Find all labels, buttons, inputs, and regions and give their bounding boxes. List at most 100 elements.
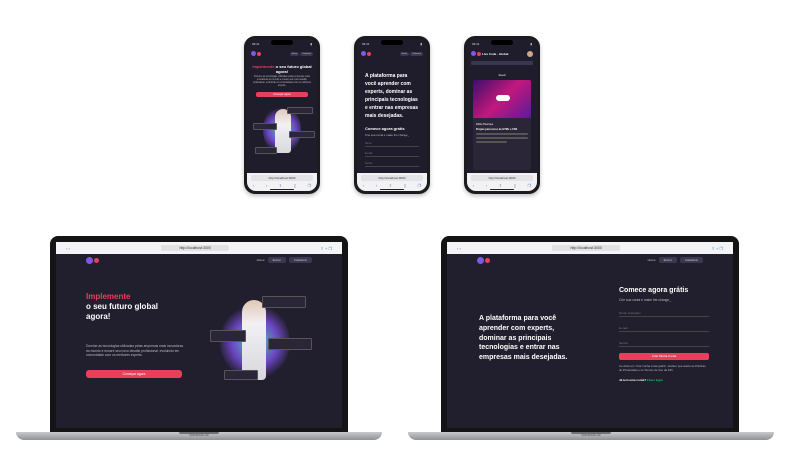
forward-icon[interactable]: › [376, 183, 377, 188]
hero-description: Domine as tecnologias utilizadas pelas e… [86, 344, 184, 358]
terms-text: Ao clicar em "criar minha conta grátis",… [619, 364, 706, 372]
laptop-lid: ‹ › http://localhost:3000 ⇪ + ❐ Home Ent… [441, 236, 739, 432]
search-input[interactable] [471, 61, 533, 65]
share-icon[interactable]: ⇪ [499, 183, 502, 188]
feed-label: Feed [498, 73, 506, 77]
app-nav: Home Entrar Cadastrar [56, 254, 342, 266]
nav-home[interactable]: Home [648, 258, 656, 262]
post-title: Projeto para curso de HTML e CSS [476, 128, 518, 131]
hero-title-rest: o seu futuro global agora! [86, 302, 158, 321]
home-indicator [270, 189, 294, 190]
dio-logo [361, 51, 371, 56]
home-indicator [490, 189, 514, 190]
hero-title: Implemente o seu futuro global agora! [247, 64, 317, 74]
signup-button[interactable]: Cadastrar [288, 257, 312, 263]
app-nav: Entrar Cadastrar [357, 49, 427, 58]
email-field[interactable]: E-mail [619, 323, 709, 333]
name-field[interactable]: Nome Completo [619, 308, 709, 318]
create-account-button[interactable]: Criar Minha Conta [619, 353, 709, 361]
tabs-icon[interactable]: ❐ [308, 183, 312, 188]
hero-description: Domine as tecnologias utilizadas pelas e… [253, 76, 311, 87]
back-icon[interactable]: ‹ [473, 183, 474, 188]
post-image [473, 80, 531, 118]
signup-title: Comece agora grátis [365, 126, 405, 131]
email-field[interactable]: E-mail [365, 152, 419, 157]
address-bar[interactable]: http://localhost:3000 [361, 175, 423, 181]
login-button[interactable]: Entrar [658, 257, 677, 263]
hero-title-rest: o seu futuro global agora! [274, 64, 312, 74]
start-now-button[interactable]: Começar agora [86, 370, 182, 378]
phone-notch [491, 40, 513, 45]
laptop-brand-label: MacBook Air [189, 433, 209, 437]
address-bar[interactable]: http://localhost:3000 [552, 245, 620, 251]
laptop-base: MacBook Air [16, 432, 382, 440]
status-time: 09:41 [252, 42, 260, 46]
profile-card [255, 146, 277, 154]
signup-button[interactable]: Cadastrar [410, 51, 423, 56]
back-icon[interactable]: ‹ › [457, 246, 461, 251]
home-indicator [380, 189, 404, 190]
login-button[interactable]: Entrar [267, 257, 286, 263]
phone-screen: 09:41 ▮ Entrar Cadastrar Implemente o seu … [247, 39, 317, 191]
app-nav: Live Code · Global [467, 49, 537, 58]
back-icon[interactable]: ‹ [253, 183, 254, 188]
tabs-icon[interactable]: ❐ [528, 183, 532, 188]
profile-card [289, 130, 315, 138]
battery-icon: ▮ [530, 42, 532, 46]
share-icon[interactable]: ⇪ [389, 183, 392, 188]
headline: A plataforma para você aprender com expe… [479, 315, 568, 362]
phone-mockup-signup: 09:41 ▮ Entrar Cadastrar A plataforma para… [354, 36, 430, 194]
phone-mockup-landing: 09:41 ▮ Entrar Cadastrar Implemente o seu … [244, 36, 320, 194]
browser-toolbar: ‹ › http://localhost:3000 ⇪ + ❐ [56, 242, 342, 254]
profile-card [224, 370, 258, 380]
laptop-base: MacBook Air [408, 432, 774, 440]
address-bar[interactable]: http://localhost:3000 [471, 175, 533, 181]
bookmarks-icon[interactable]: ▯ [514, 183, 516, 188]
login-button[interactable]: Entrar [399, 51, 410, 56]
password-field[interactable]: Senha [619, 338, 709, 348]
laptop-screen: ‹ › http://localhost:3000 ⇪ + ❐ Home Ent… [56, 242, 342, 428]
profile-card [253, 122, 277, 130]
app-nav: Entrar Cadastrar [247, 49, 317, 58]
profile-card [262, 296, 306, 308]
signup-button[interactable]: Cadastrar [679, 257, 703, 263]
bookmarks-icon[interactable]: ▯ [404, 183, 406, 188]
safari-toolbar: http://localhost:3000 ‹ › ⇪ ▯ ❐ [247, 173, 317, 191]
laptop-brand-label: MacBook Air [581, 433, 601, 437]
nav-home[interactable]: Home [257, 258, 265, 262]
hero-title-accent: Implemente [252, 64, 275, 69]
name-field[interactable]: Nome [365, 142, 419, 147]
laptop-screen: ‹ › http://localhost:3000 ⇪ + ❐ Home Ent… [447, 242, 733, 428]
bookmarks-icon[interactable]: ▯ [294, 183, 296, 188]
forward-icon[interactable]: › [486, 183, 487, 188]
safari-toolbar: http://localhost:3000 ‹ › ⇪ ▯ ❐ [357, 173, 427, 191]
share-icon[interactable]: ⇪ [279, 183, 282, 188]
laptop-lid: ‹ › http://localhost:3000 ⇪ + ❐ Home Ent… [50, 236, 348, 432]
share-icon[interactable]: ⇪ + ❐ [711, 246, 723, 251]
hero-illustration [206, 290, 316, 390]
address-bar[interactable]: http://localhost:3000 [251, 175, 313, 181]
app-nav: Home Entrar Cadastrar [447, 254, 733, 266]
share-icon[interactable]: ⇪ + ❐ [320, 246, 332, 251]
back-icon[interactable]: ‹ [363, 183, 364, 188]
login-button[interactable]: Entrar [289, 51, 300, 56]
avatar[interactable] [527, 50, 533, 57]
password-field[interactable]: Senha [365, 162, 419, 167]
address-bar[interactable]: http://localhost:3000 [161, 245, 229, 251]
safari-toolbar: http://localhost:3000 ‹ › ⇪ ▯ ❐ [467, 173, 537, 191]
forward-icon[interactable]: › [266, 183, 267, 188]
phone-screen: 09:41 ▮ Entrar Cadastrar A plataforma para… [357, 39, 427, 191]
login-link[interactable]: Fazer login [647, 378, 663, 382]
phone-notch [271, 40, 293, 45]
profile-card [287, 106, 313, 114]
tabs-icon[interactable]: ❐ [418, 183, 422, 188]
back-icon[interactable]: ‹ › [66, 246, 70, 251]
hero-title: Implemente o seu futuro global agora! [86, 292, 176, 322]
browser-toolbar: ‹ › http://localhost:3000 ⇪ + ❐ [447, 242, 733, 254]
login-prompt: Já tem uma conta? Fazer login [619, 378, 709, 382]
post-card[interactable]: Pablo Henrique Projeto para curso de HTM… [473, 80, 531, 170]
signup-button[interactable]: Cadastrar [300, 51, 313, 56]
signup-form: Comece agora grátis Crie sua conta e mak… [619, 286, 709, 382]
dio-logo: Live Code · Global [471, 51, 508, 56]
start-now-button[interactable]: Começar agora [256, 91, 308, 97]
